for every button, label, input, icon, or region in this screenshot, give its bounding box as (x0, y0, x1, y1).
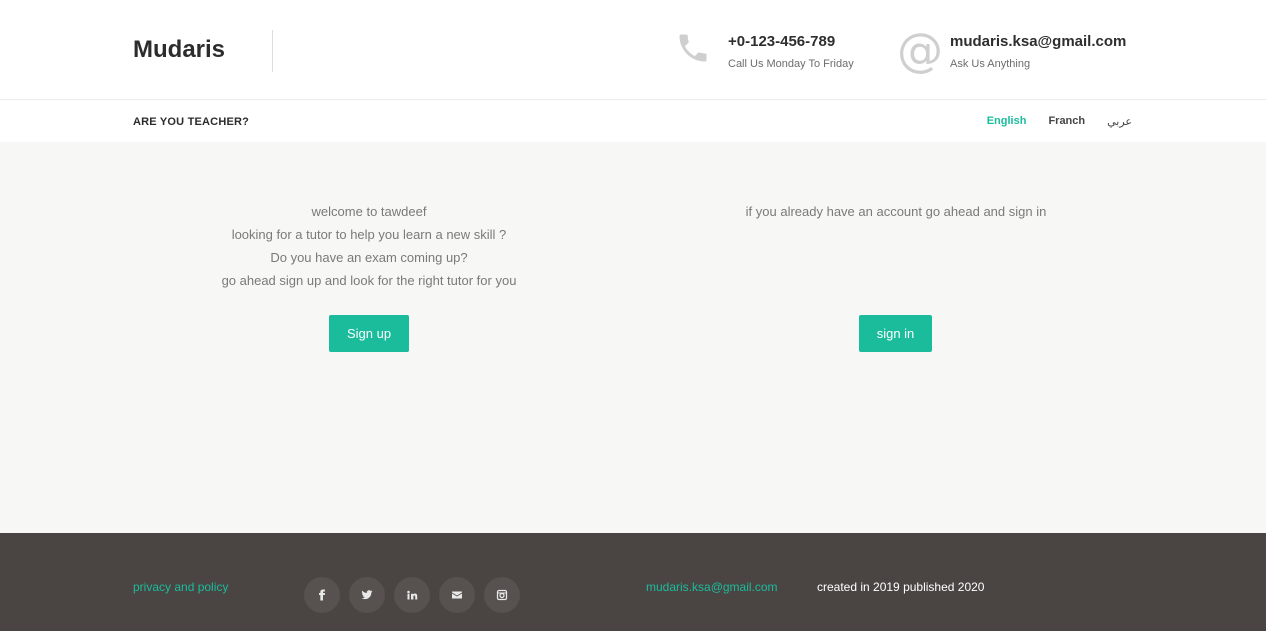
lang-french[interactable]: Franch (1048, 115, 1085, 128)
envelope-icon[interactable] (439, 577, 475, 613)
phone-number: +0-123-456-789 (728, 33, 836, 50)
phone-icon (675, 30, 721, 76)
main-content: welcome to tawdeef looking for a tutor t… (0, 142, 1266, 533)
footer: privacy and policy mudaris.ksa@gmail.com… (0, 533, 1266, 631)
signup-column: welcome to tawdeef looking for a tutor t… (169, 200, 569, 292)
top-header: Mudaris +0-123-456-789 Call Us Monday To… (0, 0, 1266, 100)
lang-english[interactable]: English (987, 115, 1027, 128)
phone-note: Call Us Monday To Friday (728, 58, 854, 70)
signup-prompt-text: go ahead sign up and look for the right … (221, 273, 517, 288)
phone-contact: +0-123-456-789 Call Us Monday To Friday (675, 30, 854, 76)
email-note: Ask Us Anything (950, 58, 1031, 70)
twitter-icon[interactable] (349, 577, 385, 613)
tutor-text: looking for a tutor to help you learn a … (231, 227, 507, 242)
brand-divider (272, 30, 273, 72)
email-contact: @ mudaris.ksa@gmail.com Ask Us Anything (897, 23, 1127, 77)
privacy-policy-link[interactable]: privacy and policy (133, 580, 228, 594)
facebook-icon[interactable] (304, 577, 340, 613)
language-switcher: English Franch عربي (965, 115, 1132, 128)
signin-column: if you already have an account go ahead … (696, 200, 1096, 223)
social-links (304, 577, 529, 613)
teacher-link[interactable]: ARE YOU TEACHER? (133, 116, 249, 128)
welcome-text: welcome to tawdeef (311, 204, 427, 219)
linkedin-icon[interactable] (394, 577, 430, 613)
nav-bar: ARE YOU TEACHER? English Franch عربي (0, 100, 1266, 142)
signup-button[interactable]: Sign up (329, 315, 409, 352)
email-address: mudaris.ksa@gmail.com (950, 33, 1127, 50)
signin-button[interactable]: sign in (859, 315, 932, 352)
signin-prompt-text: if you already have an account go ahead … (745, 204, 1047, 219)
at-icon: @ (897, 23, 943, 77)
instagram-icon[interactable] (484, 577, 520, 613)
footer-email-link[interactable]: mudaris.ksa@gmail.com (646, 580, 778, 594)
brand-logo[interactable]: Mudaris (133, 36, 225, 64)
lang-arabic[interactable]: عربي (1107, 115, 1132, 128)
footer-credit: created in 2019 published 2020 (817, 580, 985, 594)
exam-text: Do you have an exam coming up? (270, 250, 468, 265)
